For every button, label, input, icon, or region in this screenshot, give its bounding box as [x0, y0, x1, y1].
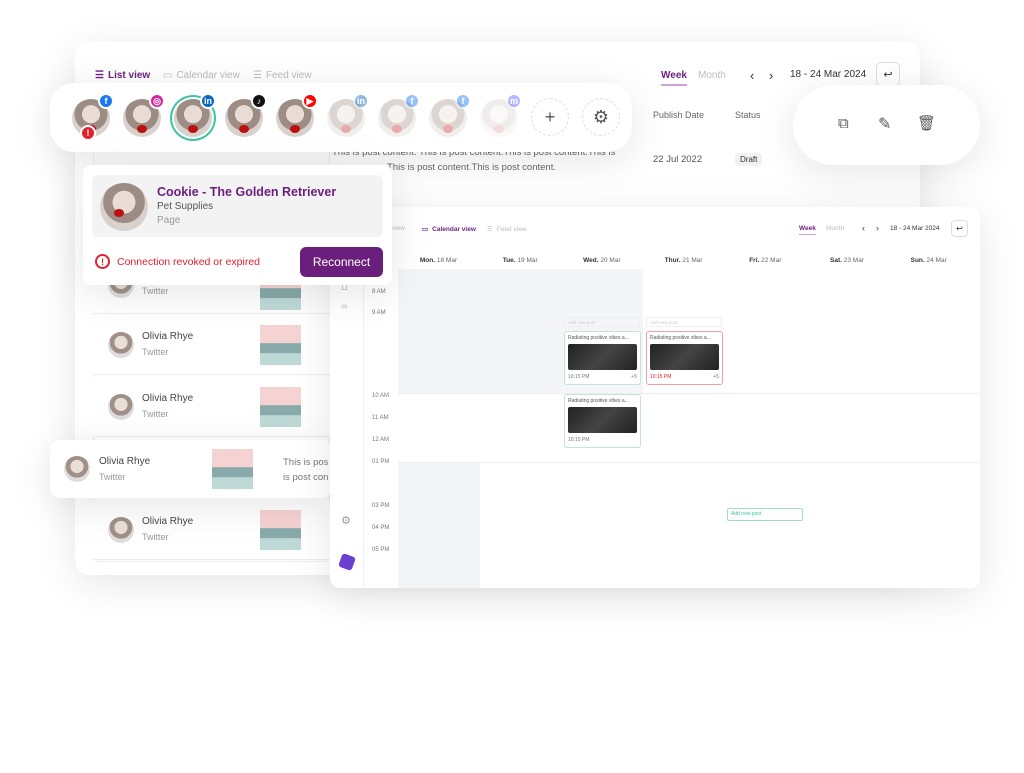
account-category: Pet Supplies — [157, 201, 214, 212]
avatar — [100, 183, 148, 231]
next-week-button[interactable]: › — [769, 68, 773, 83]
day-header: Wed. 20 Mar — [583, 257, 621, 264]
post-card[interactable]: Radiating positive vibes a... 10:15 PM +5 — [564, 331, 641, 385]
post-image — [568, 344, 637, 370]
time-label: 11 AM — [372, 415, 389, 421]
add-post-slot[interactable]: Add new post — [564, 317, 640, 327]
reconnect-button[interactable]: Reconnect — [300, 247, 383, 277]
post-card-error[interactable]: Radiating positive vibes a... 10:15 PM +5 — [646, 331, 723, 385]
add-post-button[interactable]: Add new post — [727, 508, 803, 521]
post-thumbnail — [212, 449, 253, 489]
time-label: 01 PM — [372, 459, 390, 465]
mastodon-icon: m — [506, 93, 522, 109]
column-publish-date: Publish Date — [653, 110, 705, 120]
status-badge: Draft — [735, 153, 763, 166]
date-range: 18 - 24 Mar 2024 — [790, 69, 867, 80]
account-info: Cookie - The Golden Retriever Pet Suppli… — [92, 175, 383, 237]
column-status: Status — [735, 110, 761, 120]
time-label: 12 AM — [372, 437, 390, 443]
calendar-panel: ⊔ ∞ ⚙ List view ▭ Calendar view ☰ Feed vie… — [330, 207, 980, 588]
youtube-icon: ▶ — [302, 93, 318, 109]
account-type: Page — [157, 215, 181, 226]
instagram-icon: ◎ — [149, 93, 165, 109]
list-item[interactable]: Olivia Rhye Twitter — [93, 315, 330, 375]
date-range: 18 - 24 Mar 2024 — [890, 225, 940, 232]
post-card[interactable]: Radiating positive vibes a... 10:15 PM — [564, 394, 641, 448]
link-icon[interactable]: ∞ — [341, 301, 347, 311]
time-label: 03 PM — [372, 503, 390, 509]
tab-feed-view[interactable]: ☰ Feed view — [487, 225, 526, 234]
calendar-icon: ▭ — [163, 70, 173, 81]
list-item[interactable]: Olivia Rhye Twitter — [93, 500, 330, 560]
accounts-bar: f! ◎ in ♪ ▶ in f f m + ⚙ — [50, 83, 632, 152]
tiktok-icon: ♪ — [251, 93, 267, 109]
post-thumbnail — [260, 386, 301, 427]
publish-date: 22 Jul 2022 — [653, 154, 703, 165]
tab-calendar-view[interactable]: ▭ Calendar view — [422, 225, 476, 234]
day-header: Fri. 22 Mar — [749, 257, 782, 264]
feed-icon: ☰ — [487, 226, 493, 233]
mon-unavailable-2 — [398, 462, 480, 588]
add-post-slot[interactable]: Add new post — [646, 317, 722, 327]
calendar-icon: ▭ — [422, 226, 429, 233]
error-message: Connection revoked or expired — [117, 256, 261, 268]
time-label: 05 PM — [372, 547, 390, 553]
tab-month[interactable]: Month — [698, 70, 726, 81]
return-button[interactable]: ↩ — [876, 62, 900, 86]
floating-list-item[interactable]: Olivia Rhye Twitter This is pos is post … — [50, 440, 332, 498]
error-icon: ! — [80, 125, 96, 141]
account-popup: Cookie - The Golden Retriever Pet Suppli… — [83, 165, 392, 285]
prev-week-button[interactable]: ‹ — [862, 223, 865, 233]
post-thumbnail — [260, 324, 301, 365]
avatar — [108, 516, 134, 543]
time-label: 04 PM — [372, 525, 390, 531]
day-header: Sun. 24 Mar — [910, 257, 947, 264]
day-header: Mon. 18 Mar — [419, 257, 458, 264]
tab-week[interactable]: Week — [661, 70, 687, 86]
linkedin-icon: in — [200, 93, 216, 109]
tab-feed-view[interactable]: ☰ Feed view — [253, 70, 312, 81]
trash-icon[interactable]: 🗑 — [917, 114, 936, 132]
post-image — [568, 407, 637, 433]
avatar — [108, 331, 134, 358]
avatar — [64, 456, 90, 482]
prev-week-button[interactable]: ‹ — [750, 68, 754, 83]
time-label: 8 AM — [372, 289, 386, 295]
facebook-icon: f — [455, 93, 471, 109]
external-link-icon[interactable]: ⧉ — [838, 115, 849, 132]
list-item[interactable]: Olivia Rhye Twitter — [93, 377, 330, 437]
linkedin-icon: in — [353, 93, 369, 109]
tab-week[interactable]: Week — [799, 225, 816, 235]
feed-icon: ☰ — [253, 70, 262, 81]
app-logo-icon[interactable] — [338, 553, 356, 571]
list-icon: ☰ — [95, 70, 104, 81]
time-label: 9 AM — [372, 310, 386, 316]
add-account-button[interactable]: + — [531, 98, 569, 136]
next-week-button[interactable]: › — [876, 223, 879, 233]
settings-icon[interactable]: ⚙ — [341, 514, 351, 527]
error-icon: ! — [95, 254, 110, 269]
facebook-icon: f — [404, 93, 420, 109]
post-image — [650, 344, 719, 370]
post-actions: ⧉ ✎ 🗑 — [793, 85, 980, 165]
time-label: 10 AM — [372, 393, 390, 399]
tab-calendar-view[interactable]: ▭ Calendar view — [163, 70, 240, 81]
tab-list-view[interactable]: ☰ List view — [95, 70, 150, 81]
return-button[interactable]: ↩ — [951, 220, 968, 237]
day-header: Thur. 21 Mar — [664, 257, 703, 264]
post-thumbnail — [260, 509, 301, 550]
day-header: Sat. 23 Mar — [830, 257, 864, 264]
divider — [398, 462, 980, 463]
post-content-2: This is post content.This is post conten… — [387, 162, 556, 173]
tab-month[interactable]: Month — [826, 225, 844, 232]
avatar — [108, 393, 134, 420]
pencil-icon[interactable]: ✎ — [878, 114, 891, 134]
facebook-icon: f — [98, 93, 114, 109]
day-header: Tue. 19 Mar — [502, 257, 538, 264]
account-name: Cookie - The Golden Retriever — [157, 185, 337, 199]
divider — [398, 393, 980, 394]
settings-button[interactable]: ⚙ — [582, 98, 620, 136]
